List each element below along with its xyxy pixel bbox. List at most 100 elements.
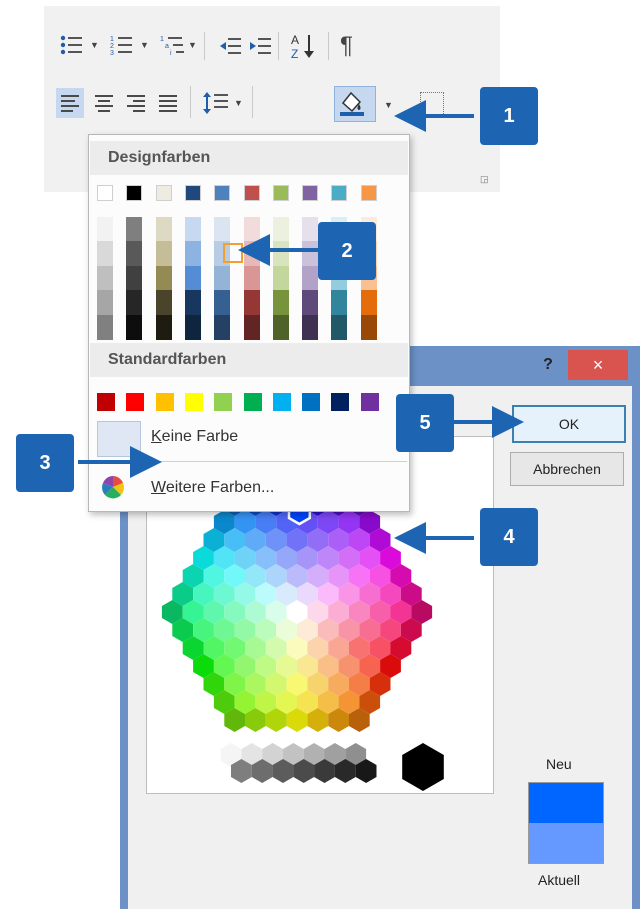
align-right-icon[interactable]: [122, 88, 150, 118]
theme-shade-swatch[interactable]: [97, 290, 113, 316]
standard-color-swatch[interactable]: [214, 393, 233, 411]
theme-shade-swatch[interactable]: [155, 265, 172, 291]
theme-color-swatch[interactable]: [360, 185, 377, 201]
shading-dropdown-arrow[interactable]: ▼: [384, 100, 393, 110]
line-spacing-icon[interactable]: [202, 90, 230, 116]
align-left-icon[interactable]: [56, 88, 84, 118]
current-color-swatch: [529, 823, 603, 863]
ok-button[interactable]: OK: [512, 405, 626, 443]
theme-shade-swatch[interactable]: [243, 217, 260, 242]
svg-text:a: a: [165, 43, 169, 50]
theme-shade-swatch[interactable]: [272, 314, 289, 340]
theme-shade-swatch[interactable]: [126, 290, 143, 316]
theme-shade-swatch[interactable]: [272, 290, 289, 316]
theme-shade-swatch[interactable]: [331, 290, 348, 316]
close-button[interactable]: ×: [568, 350, 628, 380]
theme-color-swatch[interactable]: [272, 185, 289, 201]
theme-color-swatch[interactable]: [126, 185, 143, 201]
theme-shade-swatch[interactable]: [243, 290, 260, 316]
more-colors-option[interactable]: Weitere Farben...: [151, 479, 274, 497]
theme-shade-swatch[interactable]: [184, 217, 201, 242]
theme-color-swatch[interactable]: [184, 185, 201, 201]
theme-shade-swatch[interactable]: [97, 314, 113, 340]
standard-color-swatch[interactable]: [331, 393, 350, 411]
help-button[interactable]: ?: [532, 350, 564, 380]
theme-shade-swatch[interactable]: [243, 241, 260, 267]
theme-shade-swatch[interactable]: [360, 314, 377, 340]
theme-shade-swatch[interactable]: [97, 217, 113, 242]
theme-shade-swatch[interactable]: [214, 314, 231, 340]
theme-color-swatch[interactable]: [97, 185, 113, 201]
pilcrow-icon[interactable]: ¶: [340, 32, 353, 60]
theme-shade-swatch[interactable]: [243, 265, 260, 291]
theme-shade-swatch[interactable]: [184, 290, 201, 316]
theme-shade-swatch[interactable]: [302, 241, 319, 267]
theme-color-swatch[interactable]: [243, 185, 260, 201]
theme-shade-swatch[interactable]: [272, 241, 289, 267]
no-color-option[interactable]: Keine Farbe: [151, 428, 238, 446]
standard-color-swatch[interactable]: [97, 393, 115, 411]
theme-shade-swatch[interactable]: [214, 217, 231, 242]
theme-color-swatch[interactable]: [302, 185, 319, 201]
theme-shade-swatch[interactable]: [360, 290, 377, 316]
theme-shade-swatch[interactable]: [302, 217, 319, 242]
no-color-swatch[interactable]: [97, 421, 141, 457]
theme-shade-swatch[interactable]: [214, 290, 231, 316]
standard-color-swatch[interactable]: [302, 393, 321, 411]
theme-shade-swatch[interactable]: [272, 217, 289, 242]
theme-shade-swatch[interactable]: [126, 241, 143, 267]
multilevel-dropdown-arrow[interactable]: ▼: [188, 40, 197, 50]
theme-shade-swatch[interactable]: [126, 217, 143, 242]
decrease-indent-icon[interactable]: [218, 36, 241, 58]
standard-color-swatch[interactable]: [243, 393, 262, 411]
theme-color-swatch[interactable]: [331, 185, 348, 201]
theme-shade-swatch[interactable]: [97, 265, 113, 291]
theme-shade-swatch[interactable]: [184, 265, 201, 291]
theme-shade-swatch[interactable]: [126, 265, 143, 291]
theme-shade-swatch[interactable]: [302, 265, 319, 291]
ribbon-separator: [252, 86, 253, 118]
align-center-icon[interactable]: [90, 88, 118, 118]
sort-icon[interactable]: AZ: [290, 32, 320, 61]
multilevel-list-icon[interactable]: 1ai: [160, 34, 184, 57]
svg-text:3: 3: [110, 50, 114, 56]
theme-shade-swatch[interactable]: [155, 217, 172, 242]
theme-color-swatch[interactable]: [155, 185, 172, 201]
cancel-button[interactable]: Abbrechen: [510, 452, 624, 486]
svg-text:i: i: [170, 50, 172, 56]
standard-color-swatch[interactable]: [126, 393, 145, 411]
standard-color-swatch[interactable]: [360, 393, 379, 411]
standard-color-swatch[interactable]: [184, 393, 203, 411]
numbering-dropdown-arrow[interactable]: ▼: [140, 40, 149, 50]
bullets-icon[interactable]: [60, 34, 82, 56]
ribbon-separator: [190, 86, 191, 118]
standard-color-swatch[interactable]: [272, 393, 291, 411]
theme-shade-swatch[interactable]: [155, 241, 172, 267]
theme-shade-swatch[interactable]: [184, 314, 201, 340]
line-spacing-dropdown-arrow[interactable]: ▼: [234, 98, 243, 108]
black-hex[interactable]: [402, 743, 444, 791]
borders-icon[interactable]: [420, 92, 444, 116]
justify-icon[interactable]: [154, 88, 182, 118]
callout-1: 1: [480, 87, 538, 145]
theme-shade-swatch[interactable]: [97, 241, 113, 267]
theme-shade-swatch[interactable]: [331, 314, 348, 340]
theme-shade-swatch[interactable]: [243, 314, 260, 340]
new-color-label: Neu: [546, 756, 572, 772]
theme-shade-swatch[interactable]: [126, 314, 143, 340]
theme-shade-swatch[interactable]: [155, 290, 172, 316]
theme-shade-swatch[interactable]: [184, 241, 201, 267]
increase-indent-icon[interactable]: [248, 36, 271, 58]
numbering-icon[interactable]: 123: [110, 34, 132, 57]
bullets-dropdown-arrow[interactable]: ▼: [90, 40, 99, 50]
theme-shade-swatch[interactable]: [302, 314, 319, 340]
shading-button[interactable]: [334, 86, 376, 122]
theme-shade-swatch[interactable]: [302, 290, 319, 316]
theme-shade-swatch[interactable]: [214, 265, 231, 291]
launcher-icon[interactable]: ◲: [480, 174, 489, 185]
ribbon-separator: [278, 32, 279, 60]
theme-color-swatch[interactable]: [214, 185, 231, 201]
standard-color-swatch[interactable]: [155, 393, 174, 411]
theme-shade-swatch[interactable]: [272, 265, 289, 291]
theme-shade-swatch[interactable]: [155, 314, 172, 340]
